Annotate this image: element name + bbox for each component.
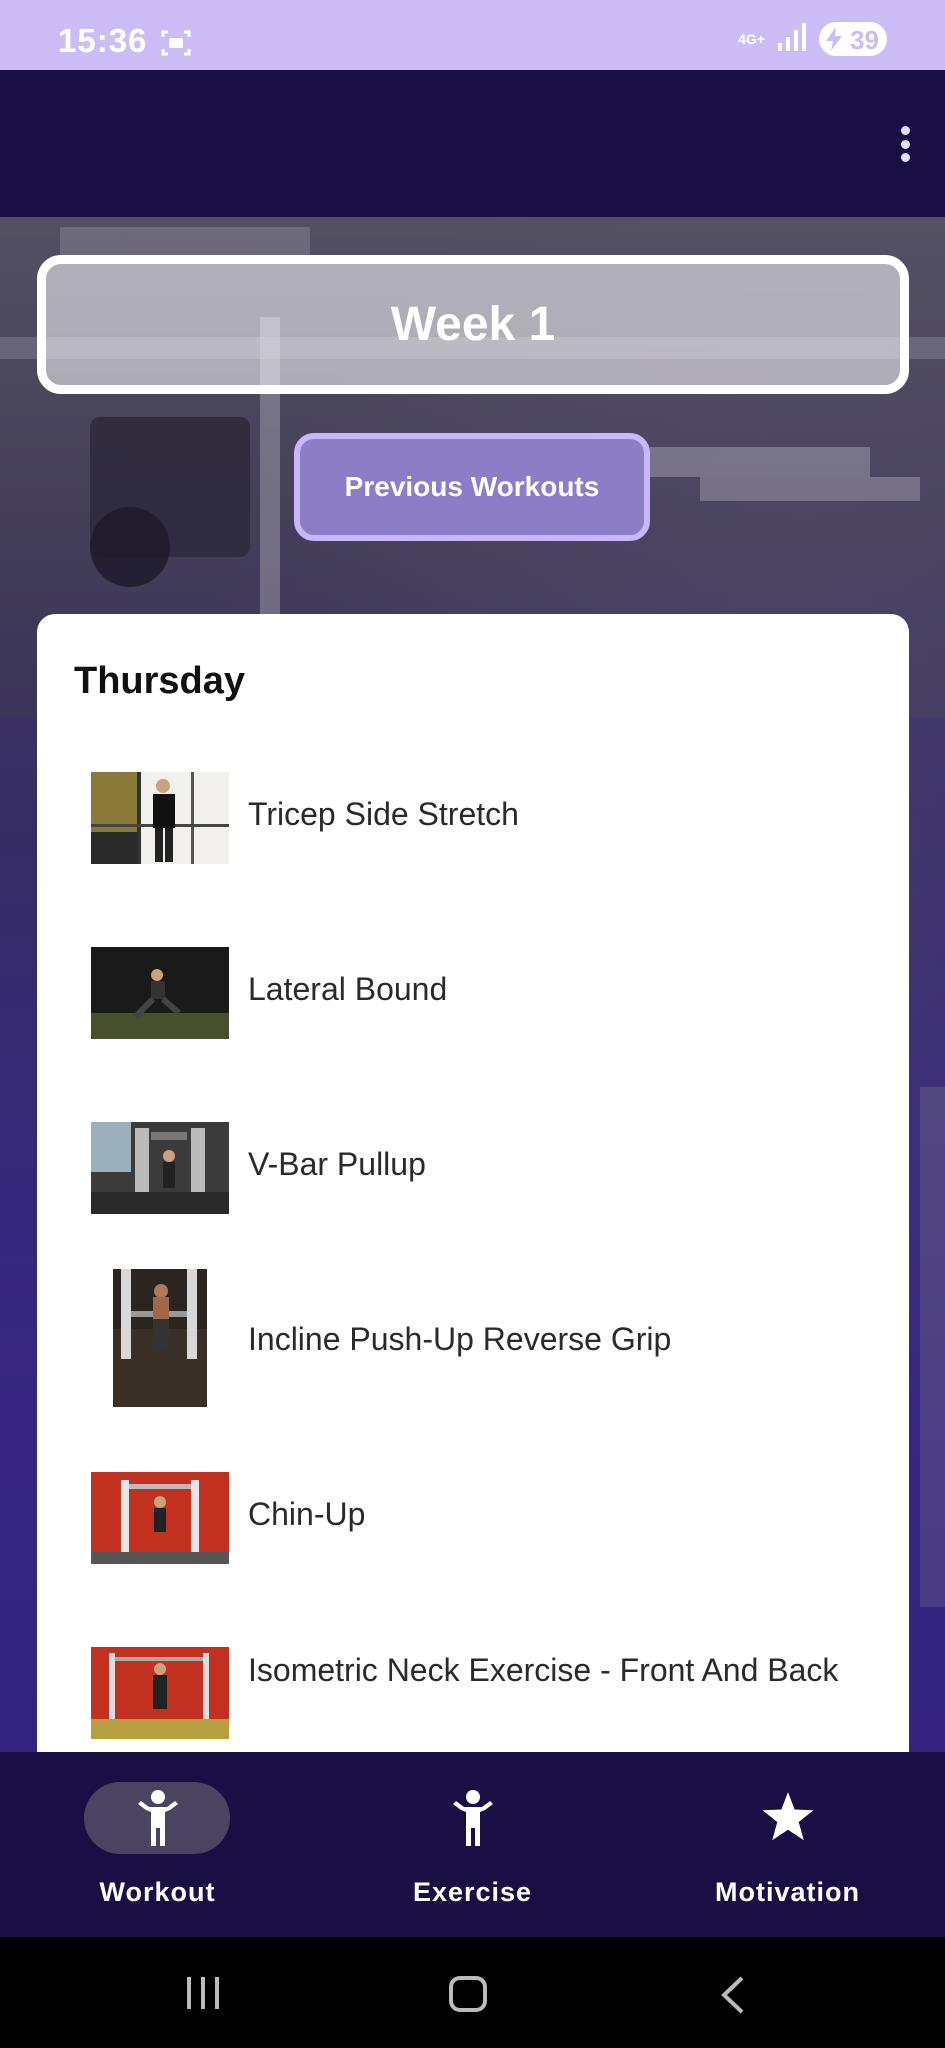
exercise-name: Lateral Bound [248, 971, 448, 1007]
exercise-item[interactable]: Incline Push-Up Reverse Grip [37, 1269, 909, 1419]
exercise-thumbnail [91, 1122, 229, 1214]
dot-icon [900, 139, 910, 149]
network-type: 4G+ [738, 31, 765, 47]
home-button[interactable] [448, 1975, 488, 2018]
status-bar: 15:36 4G+ 39 [0, 0, 945, 70]
previous-workouts-label: Previous Workouts [344, 471, 600, 502]
exercise-name: Isometric Neck Exercise - Front And Back [248, 1652, 839, 1688]
battery-level: 39 [850, 25, 879, 55]
exercise-name: Tricep Side Stretch [248, 796, 519, 832]
recent-apps-button[interactable] [184, 1975, 222, 2016]
exercise-item[interactable]: Isometric Neck Exercise - Front And Back [37, 1619, 909, 1752]
status-indicators: 4G+ 39 [738, 22, 887, 56]
overflow-menu-button[interactable] [887, 120, 923, 168]
status-time: 15:36 [58, 22, 148, 59]
person-icon [451, 1790, 495, 1851]
week-header: Week 1 [37, 255, 909, 394]
signal-icon [777, 22, 807, 56]
exercise-thumbnail [91, 772, 229, 864]
exercise-thumbnail [91, 1647, 229, 1739]
exercise-item[interactable]: V-Bar Pullup [37, 1094, 909, 1244]
day-title: Thursday [74, 660, 246, 702]
exercise-item[interactable]: Lateral Bound [37, 919, 909, 1069]
charging-icon [825, 27, 843, 56]
week-title: Week 1 [390, 298, 556, 351]
star-icon [760, 1790, 816, 1849]
app-bar [0, 70, 945, 217]
back-button[interactable] [718, 1975, 748, 2020]
nav-item-motivation[interactable]: Motivation [630, 1752, 945, 1937]
exercise-item[interactable]: Tricep Side Stretch [37, 744, 909, 894]
nav-label-exercise: Exercise [412, 1877, 533, 1907]
exercise-name: Incline Push-Up Reverse Grip [248, 1321, 672, 1357]
exercise-name: V-Bar Pullup [248, 1146, 426, 1182]
exercise-thumbnail [91, 1472, 229, 1564]
person-icon [136, 1790, 180, 1851]
battery-icon: 39 [819, 22, 887, 56]
system-navigation-bar [0, 1937, 945, 2048]
dot-icon [900, 153, 910, 162]
screenshot-icon [160, 28, 192, 63]
dot-icon [900, 126, 910, 135]
exercise-name: Chin-Up [248, 1496, 366, 1532]
exercise-item[interactable]: Chin-Up [37, 1444, 909, 1594]
day-card: Thursday Tricep Side Stretch Lateral Bou… [37, 614, 909, 1752]
previous-workouts-button[interactable]: Previous Workouts [294, 433, 650, 541]
nav-label-workout: Workout [99, 1877, 216, 1907]
main-content[interactable]: Week 1 Previous Workouts Thursday Tricep… [0, 217, 945, 1752]
bottom-navigation: Workout Exercise Motivation [0, 1752, 945, 1937]
exercise-thumbnail [113, 1269, 207, 1407]
nav-label-motivation: Motivation [715, 1877, 860, 1907]
exercise-thumbnail [91, 947, 229, 1039]
nav-item-exercise[interactable]: Exercise [315, 1752, 630, 1937]
nav-item-workout[interactable]: Workout [0, 1752, 315, 1937]
